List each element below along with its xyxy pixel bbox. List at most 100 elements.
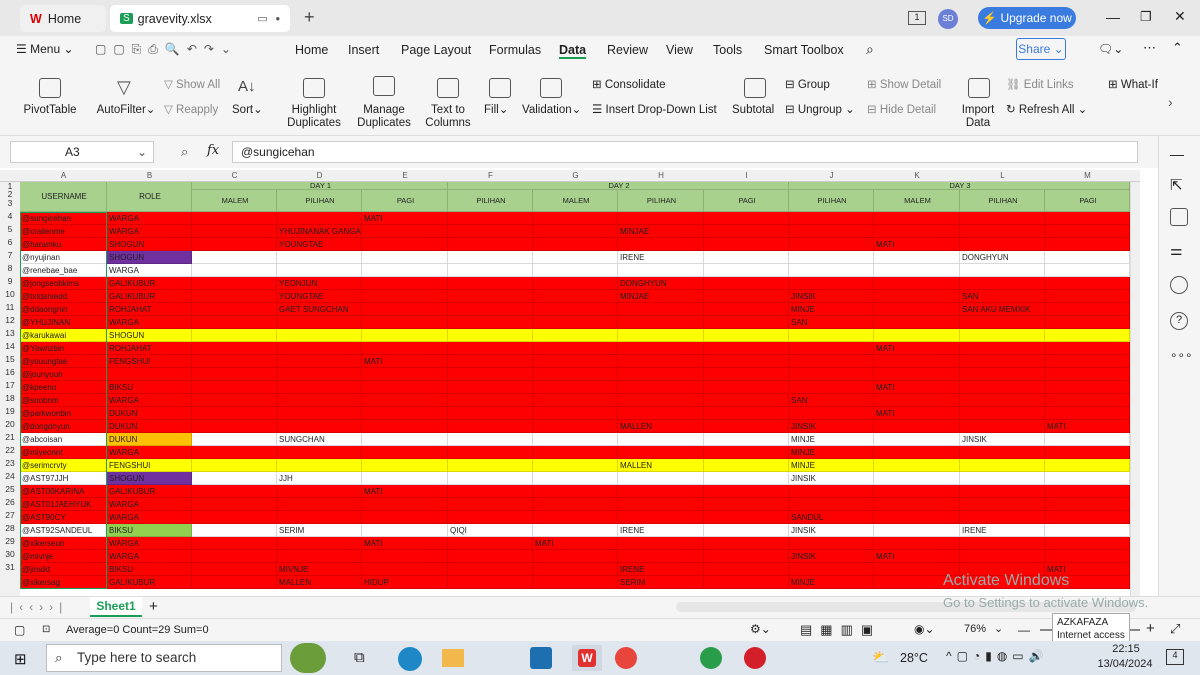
- column-header-k[interactable]: K: [874, 170, 960, 182]
- row-number[interactable]: 8: [0, 262, 20, 275]
- username-cell[interactable]: @txtdaniedd: [20, 290, 107, 303]
- data-cell[interactable]: [960, 212, 1045, 225]
- data-cell[interactable]: [704, 277, 789, 290]
- row-number[interactable]: 19: [0, 405, 20, 418]
- role-cell[interactable]: BIKSU: [107, 524, 192, 537]
- data-cell[interactable]: [704, 329, 789, 342]
- more-options-icon[interactable]: ∘∘∘: [1170, 348, 1193, 366]
- file-tab[interactable]: S gravevity.xlsx ▭ •: [110, 5, 290, 32]
- data-cell[interactable]: [1045, 277, 1130, 290]
- row-number[interactable]: 14: [0, 340, 20, 353]
- macro-icon[interactable]: ⊡: [42, 624, 50, 635]
- header-day1[interactable]: DAY 1: [192, 182, 448, 190]
- data-cell[interactable]: [448, 394, 533, 407]
- username-cell[interactable]: @serimcrvty: [20, 459, 107, 472]
- show-detail-button[interactable]: ⊞ Show Detail: [867, 79, 941, 92]
- data-cell[interactable]: [362, 225, 448, 238]
- data-cell[interactable]: [192, 433, 277, 446]
- data-cell[interactable]: [874, 459, 960, 472]
- data-cell[interactable]: MALLEN: [618, 459, 704, 472]
- data-cell[interactable]: [448, 355, 533, 368]
- adjust-icon[interactable]: ⚌: [1170, 242, 1188, 260]
- column-header-j[interactable]: J: [789, 170, 874, 182]
- data-cell[interactable]: [789, 563, 874, 576]
- role-cell[interactable]: FENGSHUI: [107, 355, 192, 368]
- close-button[interactable]: ✕: [1174, 8, 1186, 25]
- data-cell[interactable]: [960, 407, 1045, 420]
- data-cell[interactable]: [448, 290, 533, 303]
- wps-taskbar-button[interactable]: W: [572, 645, 602, 671]
- role-cell[interactable]: DUKUN: [107, 433, 192, 446]
- data-cell[interactable]: [874, 485, 960, 498]
- data-cell[interactable]: [533, 524, 618, 537]
- data-cell[interactable]: [448, 342, 533, 355]
- data-cell[interactable]: [789, 212, 874, 225]
- role-cell[interactable]: FENGSHUI: [107, 459, 192, 472]
- data-cell[interactable]: SERIM: [618, 576, 704, 589]
- row-number[interactable]: 15: [0, 353, 20, 366]
- notification-icon[interactable]: 4: [1166, 649, 1184, 665]
- group-button[interactable]: ⊟ Group: [785, 79, 830, 92]
- data-cell[interactable]: [192, 394, 277, 407]
- data-cell[interactable]: [618, 511, 704, 524]
- app-icon[interactable]: [530, 647, 552, 669]
- data-cell[interactable]: MINJE: [789, 303, 874, 316]
- share-button[interactable]: Share ⌄: [1016, 38, 1066, 60]
- data-cell[interactable]: [704, 381, 789, 394]
- username-cell[interactable]: @jinsikt: [20, 563, 107, 576]
- data-cell[interactable]: [192, 342, 277, 355]
- data-cell[interactable]: [277, 368, 362, 381]
- data-cell[interactable]: MATI: [874, 238, 960, 251]
- data-cell[interactable]: [192, 238, 277, 251]
- row-number[interactable]: 25: [0, 483, 20, 496]
- header-sub[interactable]: MALEM: [192, 190, 277, 212]
- row-number[interactable]: 22: [0, 444, 20, 457]
- data-cell[interactable]: [277, 355, 362, 368]
- data-cell[interactable]: [874, 446, 960, 459]
- pivot-table-button[interactable]: PivotTable: [18, 104, 82, 117]
- properties-icon[interactable]: [1170, 208, 1188, 226]
- data-cell[interactable]: [192, 290, 277, 303]
- chrome-icon[interactable]: [615, 647, 637, 669]
- column-header-m[interactable]: M: [1045, 170, 1130, 182]
- data-cell[interactable]: [960, 537, 1045, 550]
- data-cell[interactable]: [789, 381, 874, 394]
- data-cell[interactable]: [1045, 407, 1130, 420]
- data-cell[interactable]: [704, 446, 789, 459]
- vertical-scrollbar[interactable]: [1130, 182, 1140, 596]
- role-cell[interactable]: WARGA: [107, 446, 192, 459]
- data-cell[interactable]: [1045, 550, 1130, 563]
- upgrade-button[interactable]: ⚡ Upgrade now: [978, 7, 1076, 29]
- data-cell[interactable]: [874, 355, 960, 368]
- role-cell[interactable]: WARGA: [107, 550, 192, 563]
- username-cell[interactable]: @miyeonnt: [20, 446, 107, 459]
- data-cell[interactable]: MINJE: [789, 433, 874, 446]
- minimize-button[interactable]: —: [1106, 9, 1120, 25]
- data-cell[interactable]: [362, 394, 448, 407]
- data-cell[interactable]: [960, 225, 1045, 238]
- data-cell[interactable]: [874, 524, 960, 537]
- data-cell[interactable]: JINSIK: [789, 290, 874, 303]
- data-cell[interactable]: [704, 355, 789, 368]
- data-cell[interactable]: [192, 537, 277, 550]
- file-explorer-icon[interactable]: [442, 649, 464, 667]
- data-cell[interactable]: [960, 277, 1045, 290]
- zoom-in-button[interactable]: +: [1146, 620, 1155, 637]
- data-cell[interactable]: [533, 329, 618, 342]
- data-cell[interactable]: [448, 264, 533, 277]
- data-cell[interactable]: [960, 238, 1045, 251]
- data-cell[interactable]: [533, 251, 618, 264]
- role-cell[interactable]: ROHJAHAT: [107, 342, 192, 355]
- chrome-profile-icon[interactable]: [700, 647, 722, 669]
- data-cell[interactable]: [448, 576, 533, 589]
- data-cell[interactable]: [362, 498, 448, 511]
- header-role[interactable]: ROLE: [107, 182, 192, 212]
- row-number[interactable]: 6: [0, 236, 20, 249]
- row-number[interactable]: 27: [0, 509, 20, 522]
- consolidate-button[interactable]: ⊞ Consolidate: [592, 79, 666, 92]
- data-cell[interactable]: [533, 303, 618, 316]
- data-cell[interactable]: [789, 251, 874, 264]
- role-cell[interactable]: WARGA: [107, 264, 192, 277]
- column-header-b[interactable]: B: [107, 170, 192, 182]
- data-cell[interactable]: [1045, 225, 1130, 238]
